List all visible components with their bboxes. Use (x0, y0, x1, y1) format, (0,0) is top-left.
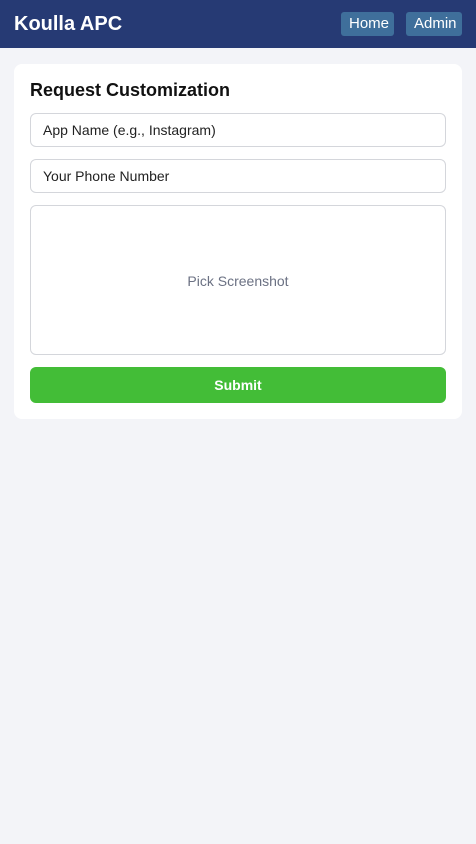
nav-home-button[interactable]: Home (341, 12, 394, 36)
app-header: Koulla APC Home Admin (0, 0, 476, 48)
submit-button[interactable]: Submit (30, 367, 446, 403)
screenshot-picker[interactable]: Pick Screenshot (30, 205, 446, 355)
phone-number-input[interactable] (30, 159, 446, 193)
app-name-input[interactable] (30, 113, 446, 147)
form-title: Request Customization (30, 80, 231, 100)
screenshot-picker-label: Pick Screenshot (187, 273, 289, 289)
nav-admin-button[interactable]: Admin (406, 12, 462, 36)
brand-title: Koulla APC (14, 13, 123, 35)
request-form-card: Request Customization Pick Screenshot Su… (14, 64, 462, 419)
